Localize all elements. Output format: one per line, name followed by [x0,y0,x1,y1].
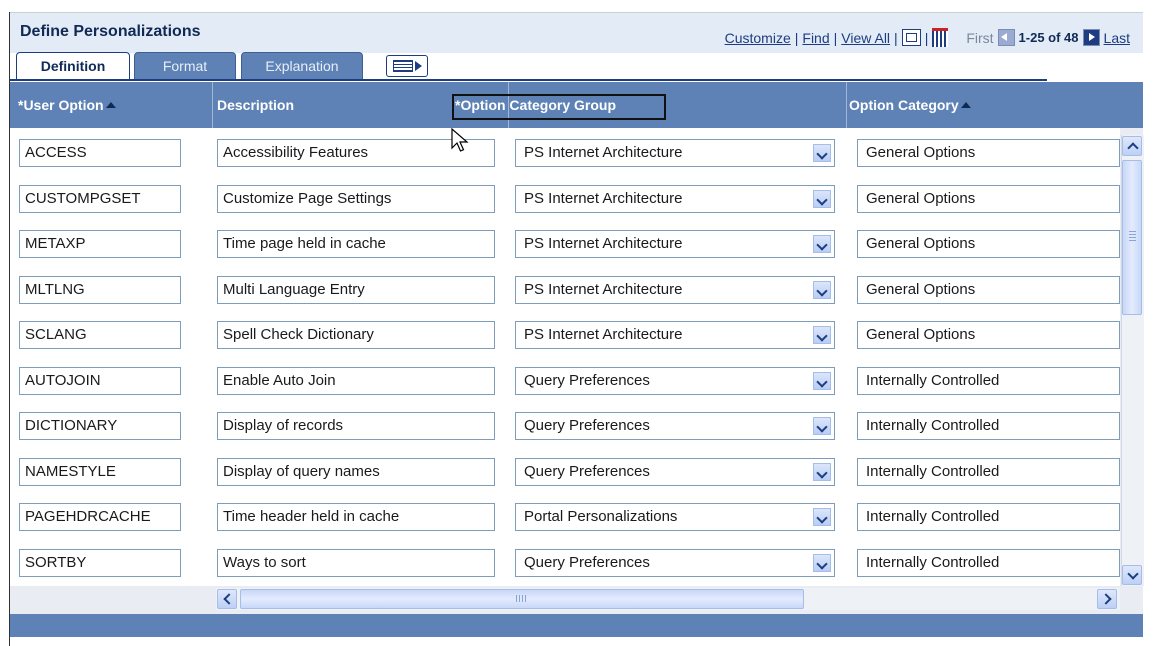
show-all-columns-button[interactable] [386,55,428,77]
grid-title: Define Personalizations [20,23,201,40]
option-category-field[interactable]: General Options [857,230,1120,258]
select-value: Query Preferences [524,554,650,571]
select-value: PS Internet Architecture [524,235,683,252]
select-value: Query Preferences [524,417,650,434]
description-field[interactable]: Display of records [217,412,495,440]
row-range: 1-25 of 48 [1018,30,1079,45]
scroll-left-icon[interactable] [217,589,237,609]
chevron-down-icon[interactable] [813,235,831,253]
user-option-field[interactable]: PAGEHDRCACHE [19,503,181,531]
first-label: First [966,29,994,46]
option-category-field[interactable]: Internally Controlled [857,458,1120,486]
user-option-field[interactable]: ACCESS [19,139,181,167]
download-spreadsheet-icon[interactable] [932,28,949,47]
user-option-field[interactable]: MLTLNG [19,276,181,304]
description-field[interactable]: Ways to sort [217,549,495,577]
grid-navigation: Customize | Find | View All | | First 1-… [725,28,1130,47]
grid-footer-bar [10,614,1143,637]
user-option-field[interactable]: METAXP [19,230,181,258]
option-category-field[interactable]: General Options [857,185,1120,213]
select-value: Portal Personalizations [524,508,678,525]
option-category-field[interactable]: General Options [857,321,1120,349]
chevron-down-icon[interactable] [813,190,831,208]
last-link[interactable]: Last [1104,30,1130,46]
chevron-down-icon[interactable] [813,508,831,526]
select-value: PS Internet Architecture [524,190,683,207]
customize-link[interactable]: Customize [725,30,791,46]
chevron-down-icon[interactable] [813,554,831,572]
option-category-group-select[interactable]: PS Internet Architecture [515,230,835,258]
scroll-right-icon[interactable] [1097,589,1117,609]
find-link[interactable]: Find [802,30,829,46]
new-window-icon[interactable] [901,29,921,46]
select-value: PS Internet Architecture [524,281,683,298]
select-value: PS Internet Architecture [524,144,683,161]
option-category-group-select[interactable]: PS Internet Architecture [515,139,835,167]
previous-icon[interactable] [997,29,1015,46]
option-category-group-select[interactable]: Query Preferences [515,549,835,577]
sort-ascending-icon [105,102,116,108]
chevron-down-icon[interactable] [813,463,831,481]
focus-outline [452,94,666,120]
select-value: PS Internet Architecture [524,326,683,343]
select-value: Query Preferences [524,372,650,389]
chevron-down-icon[interactable] [813,372,831,390]
user-option-field[interactable]: SORTBY [19,549,181,577]
scroll-grip-icon [1129,231,1136,241]
description-field[interactable]: Multi Language Entry [217,276,495,304]
tab-definition[interactable]: Definition [16,52,130,79]
chevron-down-icon[interactable] [813,417,831,435]
description-field[interactable]: Customize Page Settings [217,185,495,213]
description-field[interactable]: Display of query names [217,458,495,486]
arrow-right-icon [414,61,422,71]
chevron-down-icon[interactable] [813,281,831,299]
next-icon[interactable] [1082,29,1100,46]
option-category-field[interactable]: General Options [857,276,1120,304]
separator: | [924,29,929,46]
column-header-description[interactable]: Description [217,97,294,113]
user-option-field[interactable]: CUSTOMPGSET [19,185,181,213]
select-value: Query Preferences [524,463,650,480]
columns-icon [392,60,413,72]
separator: | [833,29,838,46]
tab-format[interactable]: Format [134,52,236,80]
tab-explanation[interactable]: Explanation [241,52,363,80]
option-category-group-select[interactable]: PS Internet Architecture [515,321,835,349]
option-category-group-select[interactable]: Query Preferences [515,458,835,486]
chevron-down-icon[interactable] [813,144,831,162]
scroll-down-icon[interactable] [1122,565,1142,585]
view-all-link[interactable]: View All [841,30,890,46]
option-category-group-select[interactable]: Query Preferences [515,367,835,395]
column-divider [846,82,847,128]
column-header-user-option[interactable]: *User Option [18,97,116,113]
description-field[interactable]: Spell Check Dictionary [217,321,495,349]
option-category-field[interactable]: Internally Controlled [857,503,1120,531]
option-category-group-select[interactable]: PS Internet Architecture [515,276,835,304]
scroll-up-icon[interactable] [1122,136,1142,156]
description-field[interactable]: Enable Auto Join [217,367,495,395]
chevron-down-icon[interactable] [813,326,831,344]
user-option-field[interactable]: NAMESTYLE [19,458,181,486]
user-option-field[interactable]: SCLANG [19,321,181,349]
option-category-group-select[interactable]: Query Preferences [515,412,835,440]
column-header-option-category[interactable]: Option Category [849,97,971,113]
tab-underline [10,79,1047,81]
mouse-pointer-icon [451,128,469,152]
column-divider [212,82,213,128]
sort-ascending-icon [960,102,971,108]
option-category-field[interactable]: Internally Controlled [857,367,1120,395]
option-category-field[interactable]: Internally Controlled [857,549,1120,577]
description-field[interactable]: Time header held in cache [217,503,495,531]
separator: | [894,29,898,46]
separator: | [794,29,799,46]
user-option-field[interactable]: DICTIONARY [19,412,181,440]
option-category-group-select[interactable]: PS Internet Architecture [515,185,835,213]
scroll-grip-icon [516,595,526,602]
description-field[interactable]: Time page held in cache [217,230,495,258]
option-category-field[interactable]: Internally Controlled [857,412,1120,440]
user-option-field[interactable]: AUTOJOIN [19,367,181,395]
option-category-field[interactable]: General Options [857,139,1120,167]
option-category-group-select[interactable]: Portal Personalizations [515,503,835,531]
